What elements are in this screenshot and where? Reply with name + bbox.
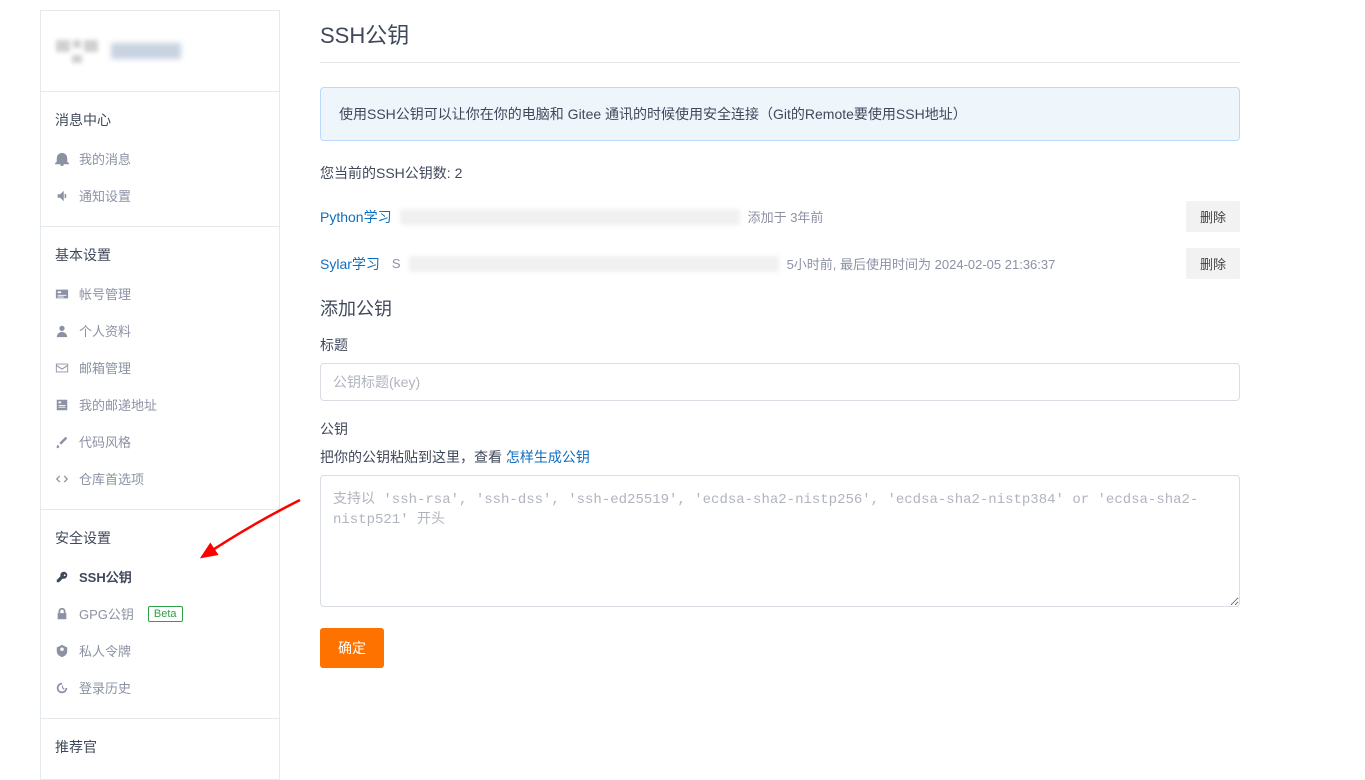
sidebar-item-bell[interactable]: 我的消息 (41, 140, 279, 177)
paste-hint-row: 把你的公钥粘贴到这里，查看 怎样生成公钥 (320, 447, 1240, 467)
sidebar-user-header (41, 11, 279, 92)
sidebar-item-label: 仓库首选项 (79, 469, 144, 488)
sidebar-item-code[interactable]: 仓库首选项 (41, 460, 279, 497)
address-icon (55, 398, 69, 412)
sidebar-item-label: 帐号管理 (79, 284, 131, 303)
bell-icon (55, 152, 69, 166)
sidebar-item-label: GPG公钥 (79, 604, 134, 623)
key-field-label: 公钥 (320, 419, 1240, 439)
title-field-label: 标题 (320, 335, 1240, 355)
sidebar-section-title: 推荐官 (41, 731, 279, 767)
user-icon (55, 324, 69, 338)
sidebar: 消息中心我的消息通知设置基本设置帐号管理个人资料邮箱管理我的邮递地址代码风格仓库… (40, 10, 280, 780)
sidebar-section-title: 安全设置 (41, 522, 279, 558)
delete-key-button[interactable]: 删除 (1186, 248, 1240, 279)
token-icon (55, 644, 69, 658)
sidebar-item-label: 邮箱管理 (79, 358, 131, 377)
speaker-icon (55, 189, 69, 203)
sidebar-item-label: 我的消息 (79, 149, 131, 168)
sidebar-item-label: 我的邮递地址 (79, 395, 157, 414)
sidebar-item-address[interactable]: 我的邮递地址 (41, 386, 279, 423)
ssh-key-meta: 添加于 3年前 (748, 207, 824, 226)
sidebar-item-history[interactable]: 登录历史 (41, 669, 279, 706)
ssh-key-row: Sylar学习 S 5小时前, 最后使用时间为 2024-02-05 21:36:3… (320, 248, 1240, 279)
sidebar-section-title: 基本设置 (41, 239, 279, 275)
code-icon (55, 472, 69, 486)
sidebar-section: 推荐官 (41, 719, 279, 779)
sidebar-item-user[interactable]: 个人资料 (41, 312, 279, 349)
sidebar-section: 消息中心我的消息通知设置 (41, 92, 279, 227)
sidebar-item-label: 代码风格 (79, 432, 131, 451)
sidebar-item-label: 登录历史 (79, 678, 131, 697)
brush-icon (55, 435, 69, 449)
sidebar-item-label: 通知设置 (79, 186, 131, 205)
how-to-generate-link[interactable]: 怎样生成公钥 (506, 449, 590, 465)
sidebar-item-mail[interactable]: 邮箱管理 (41, 349, 279, 386)
id-card-icon (55, 287, 69, 301)
user-name-redacted (111, 43, 181, 59)
lock-icon (55, 607, 69, 621)
key-count: 您当前的SSH公钥数: 2 (320, 163, 1240, 183)
ssh-key-row: Python学习 添加于 3年前 删除 (320, 201, 1240, 232)
ssh-key-fingerprint-hint: S (392, 256, 401, 271)
beta-badge: Beta (148, 606, 183, 622)
ssh-key-name-link[interactable]: Python学习 (320, 207, 392, 227)
sidebar-item-label: 个人资料 (79, 321, 131, 340)
delete-key-button[interactable]: 删除 (1186, 201, 1240, 232)
title-input[interactable] (320, 363, 1240, 401)
add-key-title: 添加公钥 (320, 295, 1240, 321)
sidebar-section-title: 消息中心 (41, 104, 279, 140)
avatar (55, 29, 99, 73)
mail-icon (55, 361, 69, 375)
sidebar-item-id-card[interactable]: 帐号管理 (41, 275, 279, 312)
ssh-key-name-link[interactable]: Sylar学习 (320, 254, 380, 274)
page-title: SSH公钥 (320, 18, 1240, 63)
sidebar-item-label: 私人令牌 (79, 641, 131, 660)
main-content: SSH公钥 使用SSH公钥可以让你在你的电脑和 Gitee 通讯的时候使用安全连… (280, 0, 1280, 780)
sidebar-item-brush[interactable]: 代码风格 (41, 423, 279, 460)
sidebar-item-label: SSH公钥 (79, 567, 132, 586)
key-icon (55, 570, 69, 584)
sidebar-item-lock[interactable]: GPG公钥 Beta (41, 595, 279, 632)
ssh-key-meta: 5小时前, 最后使用时间为 2024-02-05 21:36:37 (787, 254, 1056, 273)
ssh-key-fingerprint-redacted (400, 209, 740, 225)
public-key-textarea[interactable] (320, 475, 1240, 607)
sidebar-item-key[interactable]: SSH公钥 (41, 558, 279, 595)
sidebar-section: 基本设置帐号管理个人资料邮箱管理我的邮递地址代码风格仓库首选项 (41, 227, 279, 510)
submit-button[interactable]: 确定 (320, 628, 384, 668)
sidebar-section: 安全设置 SSH公钥 GPG公钥 Beta 私人令牌登录历史 (41, 510, 279, 719)
history-icon (55, 681, 69, 695)
sidebar-item-token[interactable]: 私人令牌 (41, 632, 279, 669)
info-banner: 使用SSH公钥可以让你在你的电脑和 Gitee 通讯的时候使用安全连接（Git的… (320, 87, 1240, 141)
sidebar-item-speaker[interactable]: 通知设置 (41, 177, 279, 214)
ssh-key-fingerprint-redacted (409, 256, 779, 272)
